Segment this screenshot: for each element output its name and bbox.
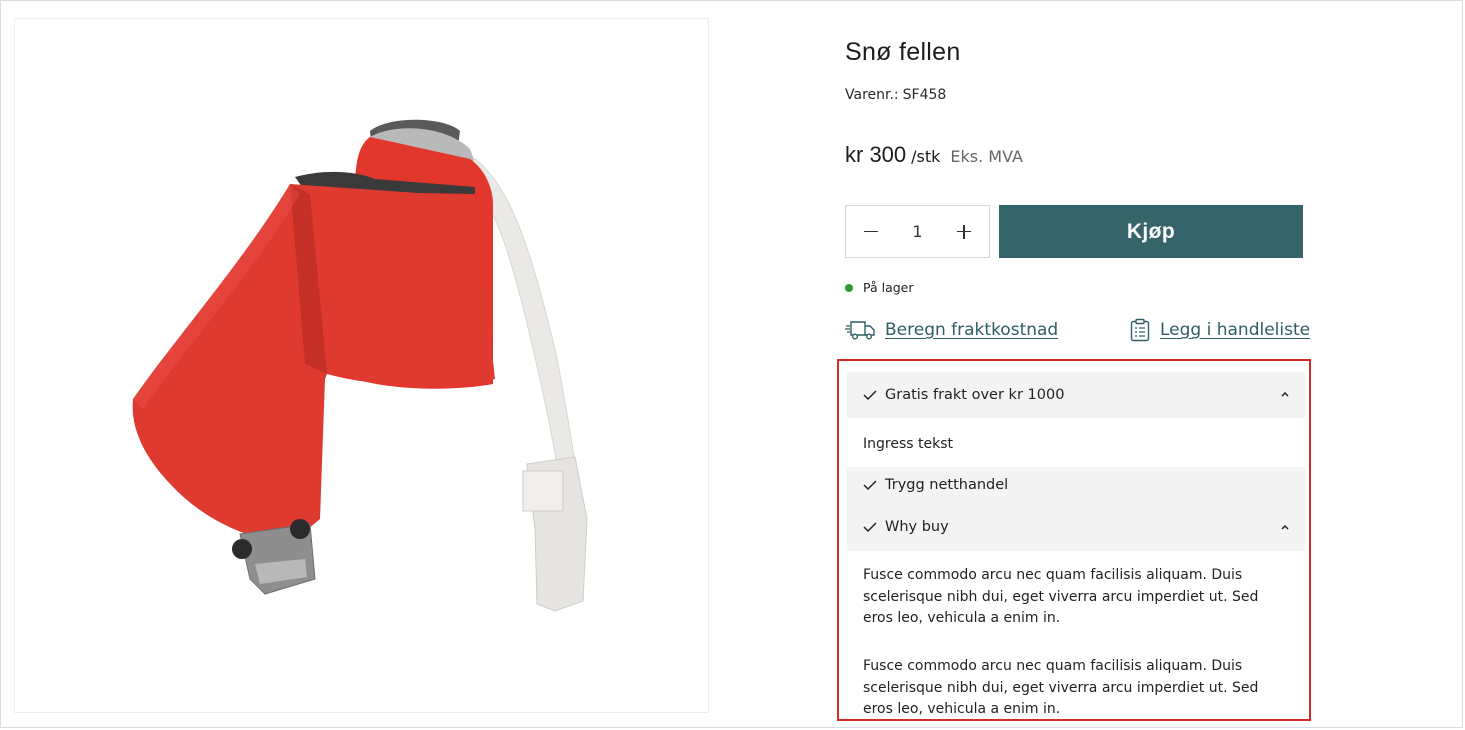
vat-note: Eks. MVA — [950, 147, 1023, 166]
add-to-shopping-list-link[interactable]: Legg i handleliste — [1128, 318, 1310, 342]
stock-status: På lager — [845, 280, 914, 295]
calculate-shipping-link[interactable]: Beregn fraktkostnad — [845, 318, 1058, 342]
sku-value: SF458 — [902, 87, 947, 103]
increase-quantity-button[interactable] — [955, 223, 973, 241]
add-to-shopping-list-label[interactable]: Legg i handleliste — [1160, 320, 1310, 340]
calculate-shipping-label[interactable]: Beregn fraktkostnad — [885, 320, 1058, 340]
accordion-free-shipping-label: Gratis frakt over kr 1000 — [885, 387, 1065, 403]
accordion-secure-shop-header[interactable]: Trygg netthandel — [847, 467, 1305, 503]
stock-indicator-dot — [845, 283, 853, 292]
accordion-why-buy-label: Why buy — [885, 519, 949, 535]
buy-button[interactable]: Kjøp — [999, 205, 1303, 258]
clipboard-icon — [1130, 318, 1150, 342]
chevron-up-icon — [1281, 524, 1289, 530]
ski-skin-illustration — [132, 119, 588, 612]
truck-icon — [845, 321, 875, 340]
product-info-accordion: Gratis frakt over kr 1000 Ingress tekst … — [837, 359, 1311, 721]
decrease-quantity-button[interactable] — [862, 223, 880, 241]
quantity-value[interactable]: 1 — [912, 222, 922, 241]
why-buy-paragraph: Fusce commodo arcu nec quam facilisis al… — [863, 567, 1259, 626]
price-unit: /stk — [911, 147, 941, 166]
accordion-secure-shop-label: Trygg netthandel — [885, 477, 1009, 493]
sku-label: Varenr.: — [845, 87, 899, 103]
product-image[interactable] — [14, 18, 709, 713]
chevron-up-icon — [1281, 391, 1289, 397]
stock-status-label: På lager — [863, 280, 914, 295]
accordion-free-shipping-body: Ingress tekst — [863, 436, 953, 452]
accordion-free-shipping-header[interactable]: Gratis frakt over kr 1000 — [847, 372, 1305, 418]
product-price: kr 300 — [845, 142, 907, 167]
check-icon — [863, 480, 877, 491]
product-title: Snø fellen — [845, 38, 961, 66]
price-row: kr 300 /stk Eks. MVA — [845, 142, 1023, 168]
product-sku: Varenr.: SF458 — [845, 87, 946, 103]
accordion-why-buy-header[interactable]: Why buy — [847, 503, 1305, 551]
why-buy-paragraph: Fusce commodo arcu nec quam facilisis al… — [863, 658, 1259, 717]
check-icon — [863, 522, 877, 533]
quantity-stepper: 1 — [845, 205, 990, 258]
check-icon — [863, 390, 877, 401]
